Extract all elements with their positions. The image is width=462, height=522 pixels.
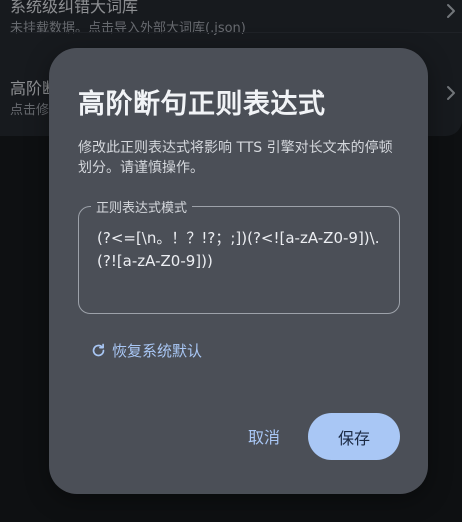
field-label: 正则表达式模式 [91,197,193,216]
cancel-button[interactable]: 取消 [235,413,293,459]
dialog-description: 修改此正则表达式将影响 TTS 引擎对长文本的停顿划分。请谨慎操作。 [78,140,393,176]
restore-default-button[interactable]: 恢复系统默认 [90,338,202,362]
save-button[interactable]: 保存 [308,413,400,460]
restore-default-label: 恢复系统默认 [112,341,203,360]
regex-dialog: 高阶断句正则表达式 修改此正则表达式将影响 TTS 引擎对长文本的停顿划分。请谨… [49,48,428,494]
refresh-icon [90,342,107,359]
regex-pattern-input[interactable]: (?<=[\n。！？!?；;])(?<![a-zA-Z0-9])\.(?![a-… [97,227,387,273]
dialog-title: 高阶断句正则表达式 [78,89,326,120]
regex-pattern-field[interactable]: 正则表达式模式 (?<=[\n。！？!?；;])(?<![a-zA-Z0-9])… [78,197,400,314]
